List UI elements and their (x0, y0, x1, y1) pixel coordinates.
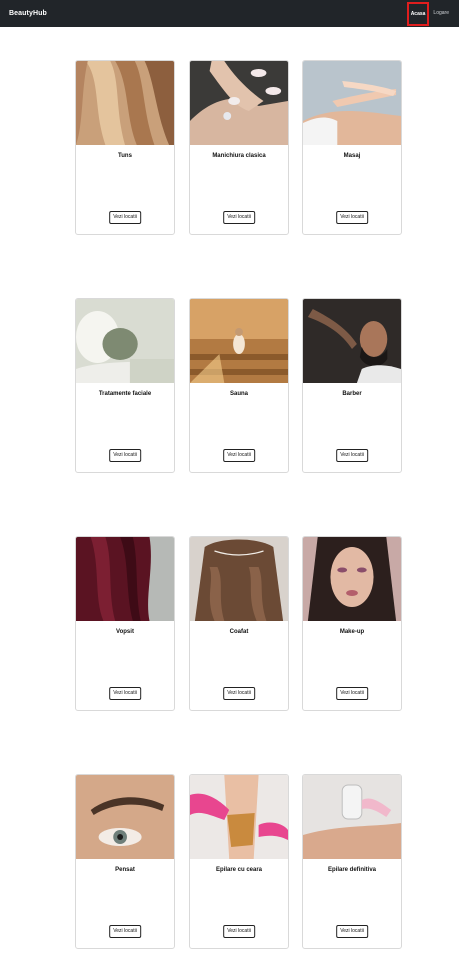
service-card-vopsit: Vopsit Vezi locatii (75, 536, 175, 711)
service-title: Sauna (229, 391, 248, 397)
makeup-photo (303, 537, 401, 621)
service-title: Barber (342, 391, 362, 397)
view-locations-button[interactable]: Vezi locatii (223, 211, 255, 224)
nav-link-home[interactable]: Acasa (406, 2, 430, 26)
dyed-hair-photo (76, 537, 174, 621)
nav-link-login[interactable]: Logare (433, 11, 449, 16)
service-title: Pensat (115, 867, 135, 873)
waxing-photo (190, 775, 288, 859)
service-title: Manichiura clasica (212, 153, 266, 159)
view-locations-button[interactable]: Vezi locatii (223, 449, 255, 462)
service-title: Vopsit (116, 629, 134, 635)
service-card-tratamente: Tratamente faciale Vezi locatii (75, 298, 175, 473)
service-card-sauna: Sauna Vezi locatii (189, 298, 289, 473)
curled-hair-photo (190, 537, 288, 621)
service-card-manichiura: Manichiura clasica Vezi locatii (189, 60, 289, 235)
view-locations-button[interactable]: Vezi locatii (336, 687, 368, 700)
facial-mask-photo (76, 299, 174, 383)
view-locations-button[interactable]: Vezi locatii (109, 925, 141, 938)
service-card-epilare-ceara: Epilare cu ceara Vezi locatii (189, 774, 289, 949)
service-title: Make-up (339, 629, 365, 635)
massage-photo (303, 61, 401, 145)
service-title: Epilare cu ceara (215, 867, 263, 873)
service-title: Coafat (229, 629, 249, 635)
service-card-pensat: Pensat Vezi locatii (75, 774, 175, 949)
hair-photo (76, 61, 174, 145)
service-card-epilare-definitiva: Epilare definitiva Vezi locatii (302, 774, 402, 949)
service-title: Epilare definitiva (327, 867, 376, 873)
view-locations-button[interactable]: Vezi locatii (336, 449, 368, 462)
service-card-coafat: Coafat Vezi locatii (189, 536, 289, 711)
sauna-photo (190, 299, 288, 383)
nav-links: Acasa Logare (406, 0, 449, 27)
view-locations-button[interactable]: Vezi locatii (336, 925, 368, 938)
manicure-photo (190, 61, 288, 145)
service-title: Tratamente faciale (98, 391, 152, 397)
service-title: Tuns (118, 153, 132, 159)
view-locations-button[interactable]: Vezi locatii (336, 211, 368, 224)
view-locations-button[interactable]: Vezi locatii (223, 687, 255, 700)
barber-photo (303, 299, 401, 383)
service-title: Masaj (343, 153, 361, 159)
service-card-masaj: Masaj Vezi locatii (302, 60, 402, 235)
view-locations-button[interactable]: Vezi locatii (223, 925, 255, 938)
service-card-makeup: Make-up Vezi locatii (302, 536, 402, 711)
laser-hair-removal-photo (303, 775, 401, 859)
navbar: BeautyHub Acasa Logare (0, 0, 459, 27)
service-card-tuns: Tuns Vezi locatii (75, 60, 175, 235)
view-locations-button[interactable]: Vezi locatii (109, 211, 141, 224)
service-card-barber: Barber Vezi locatii (302, 298, 402, 473)
eyebrow-photo (76, 775, 174, 859)
view-locations-button[interactable]: Vezi locatii (109, 687, 141, 700)
brand-logo[interactable]: BeautyHub (9, 10, 47, 17)
view-locations-button[interactable]: Vezi locatii (109, 449, 141, 462)
